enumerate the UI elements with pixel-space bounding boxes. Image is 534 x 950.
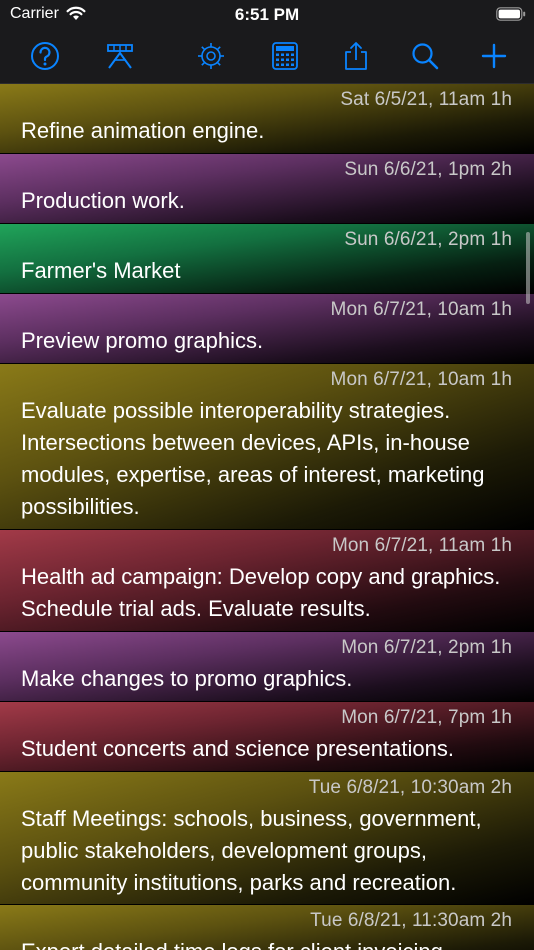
list-item[interactable]: Tue 6/8/21, 11:30am 2h Export detailed t… xyxy=(0,905,534,950)
list-item[interactable]: Sun 6/6/21, 2pm 1h Farmer's Market xyxy=(0,224,534,294)
help-button[interactable] xyxy=(25,36,65,76)
gantt-button[interactable] xyxy=(100,36,140,76)
event-text: Production work. xyxy=(21,188,185,213)
gantt-icon xyxy=(107,44,133,69)
event-time: Tue 6/8/21, 10:30am 2h xyxy=(308,777,512,798)
event-text: Student concerts and science presentatio… xyxy=(21,736,454,761)
event-text: Evaluate possible interoperability strat… xyxy=(21,398,485,519)
plus-icon xyxy=(481,43,507,69)
list-item[interactable]: Mon 6/7/21, 10am 1h Evaluate possible in… xyxy=(0,364,534,530)
event-time: Mon 6/7/21, 7pm 1h xyxy=(341,707,512,728)
calendar-button[interactable] xyxy=(265,36,305,76)
status-bar: Carrier 6:51 PM xyxy=(0,0,534,30)
calendar-grid-icon xyxy=(272,42,298,70)
event-time: Sun 6/6/21, 1pm 2h xyxy=(344,159,512,180)
event-time: Mon 6/7/21, 11am 1h xyxy=(331,535,512,556)
event-list[interactable]: Sat 6/5/21, 11am 1h Refine animation eng… xyxy=(0,84,534,950)
search-button[interactable] xyxy=(405,36,445,76)
event-time: Mon 6/7/21, 2pm 1h xyxy=(341,637,512,658)
settings-button[interactable] xyxy=(191,36,231,76)
event-text: Preview promo graphics. xyxy=(21,328,264,353)
search-icon xyxy=(412,43,439,70)
toolbar xyxy=(0,30,534,84)
battery-icon xyxy=(496,7,526,21)
list-item[interactable]: Tue 6/8/21, 10:30am 2h Staff Meetings: s… xyxy=(0,772,534,905)
event-time: Mon 6/7/21, 10am 1h xyxy=(330,299,512,320)
list-item[interactable]: Mon 6/7/21, 7pm 1h Student concerts and … xyxy=(0,702,534,772)
gear-icon xyxy=(198,43,224,69)
share-button[interactable] xyxy=(336,36,376,76)
share-icon xyxy=(345,42,367,70)
event-text: Health ad campaign: Develop copy and gra… xyxy=(21,564,501,621)
clock: 6:51 PM xyxy=(234,5,300,24)
list-item[interactable]: Mon 6/7/21, 10am 1h Preview promo graphi… xyxy=(0,294,534,364)
event-text: Make changes to promo graphics. xyxy=(21,666,353,691)
list-item[interactable]: Mon 6/7/21, 2pm 1h Make changes to promo… xyxy=(0,632,534,702)
list-item[interactable]: Sun 6/6/21, 1pm 2h Production work. xyxy=(0,154,534,224)
event-text: Staff Meetings: schools, business, gover… xyxy=(21,806,482,895)
list-item[interactable]: Mon 6/7/21, 11am 1h Health ad campaign: … xyxy=(0,530,534,632)
question-circle-icon xyxy=(31,42,59,70)
event-time: Sat 6/5/21, 11am 1h xyxy=(340,89,512,110)
event-time: Sun 6/6/21, 2pm 1h xyxy=(344,229,512,250)
event-time: Tue 6/8/21, 11:30am 2h xyxy=(310,910,512,931)
add-button[interactable] xyxy=(474,36,514,76)
event-text: Refine animation engine. xyxy=(21,118,265,143)
list-item[interactable]: Sat 6/5/21, 11am 1h Refine animation eng… xyxy=(0,84,534,154)
event-text: Export detailed time logs for client inv… xyxy=(21,936,520,950)
event-text: Farmer's Market xyxy=(21,258,181,283)
scroll-indicator[interactable] xyxy=(526,232,530,304)
event-time: Mon 6/7/21, 10am 1h xyxy=(330,369,512,390)
